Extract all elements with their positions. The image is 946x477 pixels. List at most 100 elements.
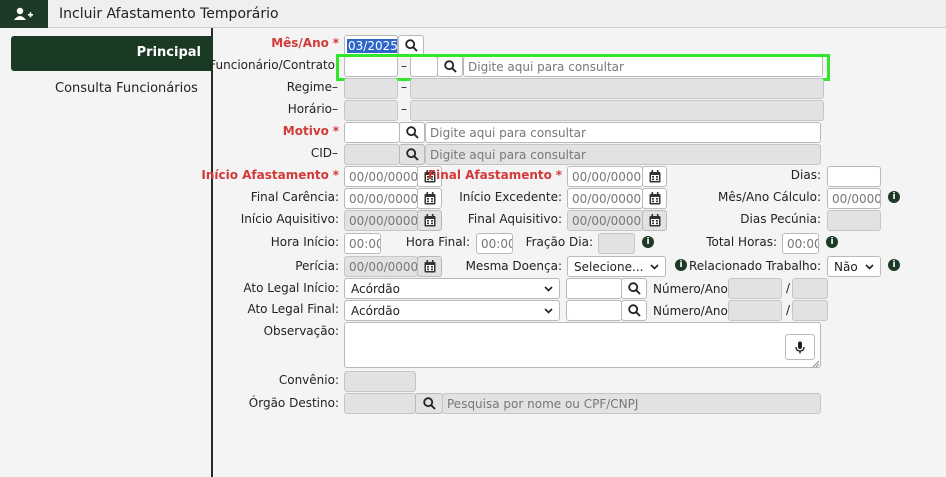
inicio-excedente-label: Início Excedente: xyxy=(459,190,562,204)
motivo-search-button[interactable] xyxy=(399,122,425,143)
final-aquisitivo-input: 00/00/0000 xyxy=(567,210,643,231)
inicio-aquisitivo-input: 00/00/0000 xyxy=(344,210,418,231)
tab-principal[interactable]: Principal xyxy=(11,36,213,71)
pericia-label: Perícia: xyxy=(295,259,339,273)
final-carencia-label: Final Carência: xyxy=(250,190,339,204)
hora-inicio-label: Hora Início: xyxy=(270,235,339,249)
chevron-down-icon xyxy=(650,263,659,270)
slash: / xyxy=(786,303,791,317)
ato-legal-final-code-input[interactable] xyxy=(566,300,622,321)
convenio-label: Convênio: xyxy=(278,373,339,387)
info-icon[interactable]: i xyxy=(888,259,900,271)
info-icon[interactable]: i xyxy=(675,259,687,271)
search-icon xyxy=(405,126,419,139)
info-icon[interactable]: i xyxy=(888,191,900,203)
numero-ano-final-label: Número/Ano: xyxy=(653,304,732,318)
pericia-calendar-button xyxy=(417,256,442,277)
final-aquisitivo-calendar-button xyxy=(642,210,667,231)
final-afastamento-calendar-button[interactable] xyxy=(642,166,667,187)
ato-legal-inicio-code-input[interactable] xyxy=(566,278,622,299)
search-icon xyxy=(627,282,641,295)
ato-legal-final-label: Ato Legal Final: xyxy=(247,302,339,316)
regime-dash: – xyxy=(401,80,407,94)
ano-inicio-input xyxy=(792,278,828,299)
ato-legal-inicio-select[interactable]: Acórdão xyxy=(344,278,560,299)
inicio-afastamento-input[interactable]: 00/00/0000 xyxy=(344,166,418,187)
motivo-code-input[interactable] xyxy=(344,122,400,143)
regime-code-input xyxy=(344,78,398,99)
horario-dash: – xyxy=(401,102,407,116)
final-carencia-calendar-button[interactable] xyxy=(417,188,442,209)
ato-legal-inicio-label: Ato Legal Início: xyxy=(243,281,339,295)
orgao-destino-search-input: Pesquisa por nome ou CPF/CNPJ xyxy=(442,393,821,414)
regime-desc-input xyxy=(410,78,824,99)
mesma-doenca-select[interactable]: Selecione... xyxy=(567,256,666,277)
convenio-input xyxy=(344,371,416,392)
orgao-destino-code-input xyxy=(344,393,416,414)
motivo-search-input[interactable]: Digite aqui para consultar xyxy=(425,122,821,143)
inicio-excedente-input[interactable]: 00/00/0000 xyxy=(567,188,643,209)
hora-inicio-input[interactable]: 00:00 xyxy=(344,233,381,254)
inicio-excedente-calendar-button[interactable] xyxy=(642,188,667,209)
calendar-icon xyxy=(424,192,435,205)
search-icon xyxy=(627,304,641,317)
final-afastamento-label: Final Afastamento * xyxy=(427,168,562,182)
tab-consulta-funcionarios[interactable]: Consulta Funcionários xyxy=(55,81,198,96)
calendar-icon xyxy=(649,170,660,183)
dias-pecunia-input xyxy=(827,210,881,231)
final-aquisitivo-label: Final Aquisitivo: xyxy=(467,212,562,226)
relacionado-trabalho-select[interactable]: Não xyxy=(827,256,881,277)
resize-handle-icon[interactable] xyxy=(812,360,820,368)
chevron-down-icon xyxy=(544,307,553,314)
search-icon xyxy=(404,39,418,52)
cid-search-input: Digite aqui para consultar xyxy=(425,144,821,165)
focus-highlight xyxy=(336,54,830,81)
search-icon xyxy=(422,397,436,410)
info-icon[interactable]: i xyxy=(826,236,838,248)
inicio-aquisitivo-calendar-button xyxy=(417,210,442,231)
total-horas-label: Total Horas: xyxy=(706,235,777,249)
fracao-dia-input xyxy=(598,233,635,254)
slash: / xyxy=(786,281,791,295)
orgao-destino-search-button xyxy=(415,393,443,414)
ato-legal-inicio-search-button[interactable] xyxy=(621,278,647,299)
info-icon[interactable]: i xyxy=(642,236,654,248)
motivo-label: Motivo * xyxy=(282,124,339,138)
mes-ano-label: Mês/Ano * xyxy=(271,36,339,50)
calendar-icon xyxy=(649,192,660,205)
final-carencia-input[interactable]: 00/00/0000 xyxy=(344,188,418,209)
cid-code-input xyxy=(344,144,400,165)
fracao-dia-label: Fração Dia: xyxy=(525,235,593,249)
final-afastamento-input[interactable]: 00/00/0000 xyxy=(567,166,643,187)
mes-ano-calculo-input[interactable]: 00/0000 xyxy=(827,188,881,209)
mes-ano-input[interactable]: 03/2025 xyxy=(344,35,398,56)
cid-search-button xyxy=(399,144,425,165)
dias-pecunia-label: Dias Pecúnia: xyxy=(740,212,821,226)
observacao-label: Observação: xyxy=(263,324,339,338)
horario-label: Horário– xyxy=(287,102,338,116)
cid-label: CID– xyxy=(310,146,338,160)
hora-final-input[interactable]: 00:00 xyxy=(476,233,513,254)
total-horas-input[interactable]: 00:00 xyxy=(782,233,819,254)
numero-final-input xyxy=(728,300,782,321)
dias-label: Dias: xyxy=(790,168,821,182)
inicio-aquisitivo-label: Início Aquisitivo: xyxy=(240,212,339,226)
ato-legal-final-select[interactable]: Acórdão xyxy=(344,300,560,321)
mes-ano-search-button[interactable] xyxy=(398,35,424,56)
add-user-icon xyxy=(0,0,48,28)
microphone-icon xyxy=(795,341,805,353)
numero-inicio-input xyxy=(728,278,782,299)
hora-final-label: Hora Final: xyxy=(405,235,470,249)
calendar-icon xyxy=(424,214,435,227)
orgao-destino-label: Órgão Destino: xyxy=(248,396,339,410)
ato-legal-final-search-button[interactable] xyxy=(621,300,647,321)
dias-input[interactable] xyxy=(827,166,881,187)
regime-label: Regime– xyxy=(286,80,338,94)
inicio-afastamento-label: Início Afastamento * xyxy=(201,168,339,182)
chevron-down-icon xyxy=(544,285,553,292)
calendar-icon xyxy=(649,214,660,227)
microphone-button[interactable] xyxy=(785,334,815,360)
calendar-icon xyxy=(424,260,435,273)
search-icon xyxy=(405,148,419,161)
observacao-textarea[interactable] xyxy=(344,322,821,368)
